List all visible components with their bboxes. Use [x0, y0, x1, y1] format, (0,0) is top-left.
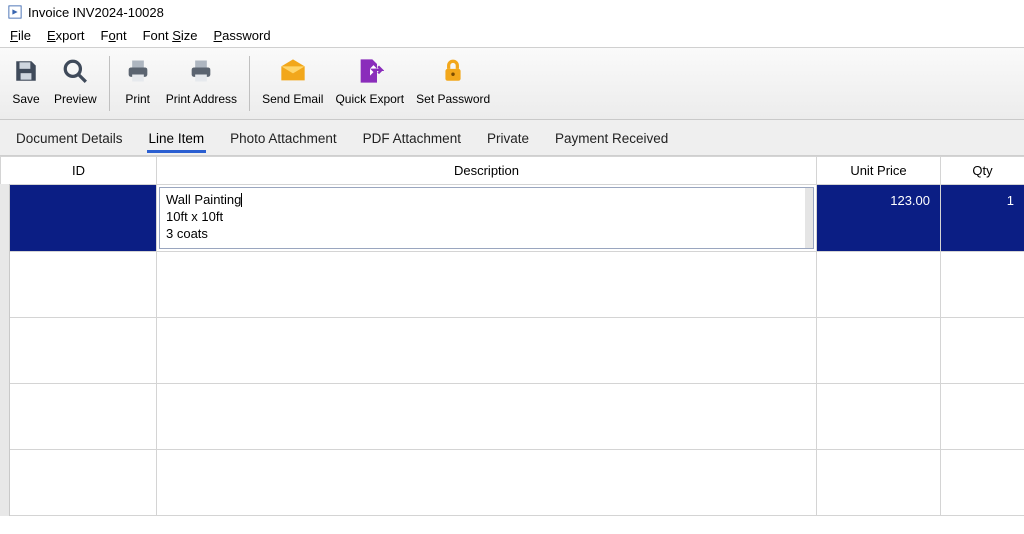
- line-item-grid-wrap: ID Description Unit Price Qty Wall Paint…: [0, 156, 1024, 516]
- print-address-button[interactable]: Print Address: [160, 54, 243, 106]
- set-password-label: Set Password: [416, 92, 490, 106]
- tab-payment-received[interactable]: Payment Received: [553, 123, 670, 153]
- cell-qty[interactable]: 1: [941, 185, 1024, 252]
- print-label: Print: [125, 92, 150, 106]
- cell-id[interactable]: [1, 384, 157, 450]
- preview-button[interactable]: Preview: [48, 54, 103, 106]
- line-item-grid[interactable]: ID Description Unit Price Qty Wall Paint…: [0, 156, 1024, 516]
- menu-font[interactable]: Font: [101, 28, 127, 43]
- save-button[interactable]: Save: [4, 54, 48, 106]
- app-icon: [8, 5, 22, 19]
- table-row[interactable]: [1, 318, 1024, 384]
- menu-font-size[interactable]: Font Size: [143, 28, 198, 43]
- menu-file[interactable]: File: [10, 28, 31, 43]
- toolbar: Save Preview Print Print Address Send Em…: [0, 48, 1024, 120]
- cell-id[interactable]: [1, 450, 157, 516]
- print-icon: [123, 56, 153, 86]
- cell-unit-price[interactable]: [817, 252, 941, 318]
- menu-export[interactable]: Export: [47, 28, 85, 43]
- quick-export-icon: [355, 56, 385, 86]
- toolbar-separator: [109, 56, 110, 111]
- cell-description[interactable]: [157, 252, 817, 318]
- save-label: Save: [12, 92, 39, 106]
- cell-qty[interactable]: [941, 252, 1024, 318]
- text-caret: [241, 193, 242, 207]
- table-row[interactable]: [1, 384, 1024, 450]
- email-icon: [278, 56, 308, 86]
- set-password-button[interactable]: Set Password: [410, 54, 496, 106]
- col-header-description[interactable]: Description: [157, 157, 817, 185]
- cell-description[interactable]: Wall Painting 10ft x 10ft 3 coats: [157, 185, 817, 252]
- cell-unit-price[interactable]: 123.00: [817, 185, 941, 252]
- table-row[interactable]: [1, 450, 1024, 516]
- cell-unit-price[interactable]: [817, 384, 941, 450]
- tab-private[interactable]: Private: [485, 123, 531, 153]
- lock-icon: [438, 56, 468, 86]
- col-header-qty[interactable]: Qty: [941, 157, 1024, 185]
- print-address-icon: [186, 56, 216, 86]
- table-row[interactable]: Wall Painting 10ft x 10ft 3 coats 123.00 1: [1, 185, 1024, 252]
- cell-qty[interactable]: [941, 450, 1024, 516]
- col-header-id[interactable]: ID: [1, 157, 157, 185]
- toolbar-separator: [249, 56, 250, 111]
- menu-password[interactable]: Password: [214, 28, 271, 43]
- cell-description[interactable]: [157, 450, 817, 516]
- window-titlebar: Invoice INV2024-10028: [0, 0, 1024, 24]
- cell-id[interactable]: [1, 318, 157, 384]
- tab-line-item[interactable]: Line Item: [147, 123, 207, 153]
- save-icon: [11, 56, 41, 86]
- desc-line: 3 coats: [166, 226, 208, 241]
- cell-description[interactable]: [157, 384, 817, 450]
- quick-export-button[interactable]: Quick Export: [329, 54, 410, 106]
- desc-line: Wall Painting: [166, 192, 241, 207]
- col-header-unit-price[interactable]: Unit Price: [817, 157, 941, 185]
- grid-header-row: ID Description Unit Price Qty: [1, 157, 1024, 185]
- cell-id[interactable]: [1, 185, 157, 252]
- table-row[interactable]: [1, 252, 1024, 318]
- cell-unit-price[interactable]: [817, 450, 941, 516]
- cell-qty[interactable]: [941, 318, 1024, 384]
- cell-unit-price[interactable]: [817, 318, 941, 384]
- grid-gutter: [0, 184, 10, 516]
- send-email-button[interactable]: Send Email: [256, 54, 329, 106]
- preview-icon: [60, 56, 90, 86]
- cell-description[interactable]: [157, 318, 817, 384]
- tab-pdf-attachment[interactable]: PDF Attachment: [361, 123, 463, 153]
- quick-export-label: Quick Export: [335, 92, 404, 106]
- print-button[interactable]: Print: [116, 54, 160, 106]
- send-email-label: Send Email: [262, 92, 323, 106]
- window-title: Invoice INV2024-10028: [28, 5, 164, 20]
- desc-line: 10ft x 10ft: [166, 209, 223, 224]
- preview-label: Preview: [54, 92, 97, 106]
- tab-photo-attachment[interactable]: Photo Attachment: [228, 123, 339, 153]
- menubar: File Export Font Font Size Password: [0, 24, 1024, 48]
- cell-qty[interactable]: [941, 384, 1024, 450]
- cell-id[interactable]: [1, 252, 157, 318]
- tab-document-details[interactable]: Document Details: [14, 123, 125, 153]
- print-address-label: Print Address: [166, 92, 237, 106]
- description-editor[interactable]: Wall Painting 10ft x 10ft 3 coats: [159, 187, 814, 249]
- tab-bar: Document Details Line Item Photo Attachm…: [0, 120, 1024, 156]
